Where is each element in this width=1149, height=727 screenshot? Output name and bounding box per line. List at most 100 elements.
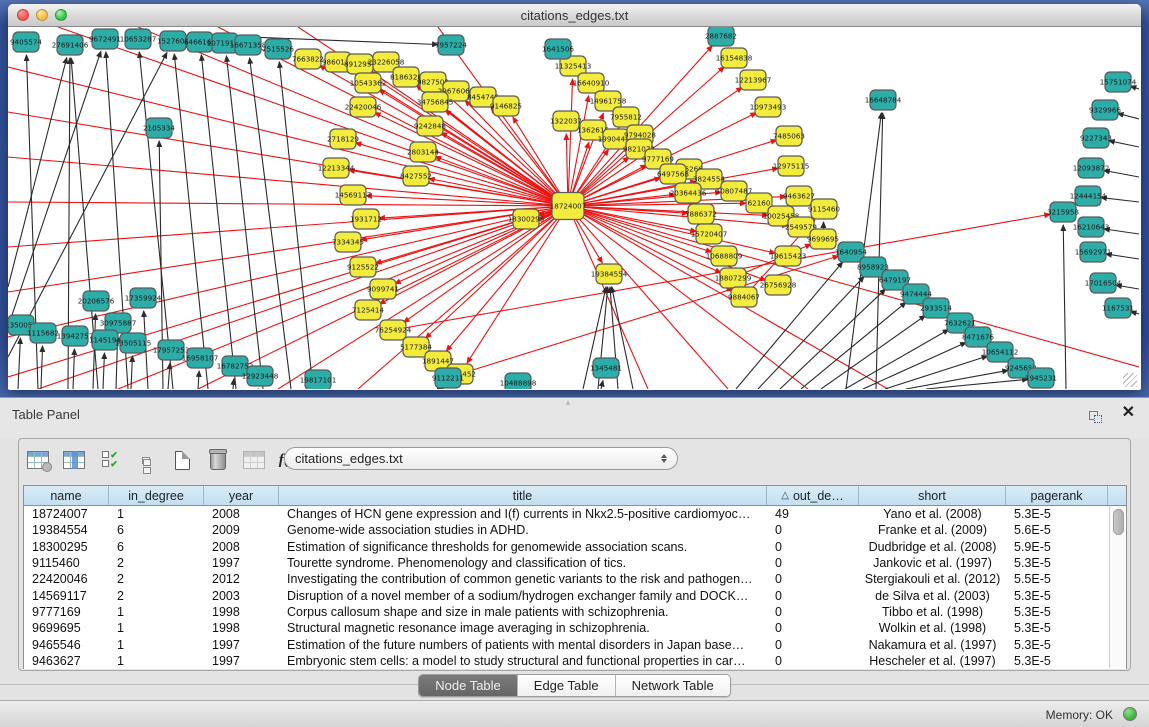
network-window-titlebar[interactable]: citations_edges.txt: [8, 4, 1141, 27]
table-row[interactable]: 977716911998Corpus callosum shape and si…: [24, 604, 1126, 620]
table-cell[interactable]: 2012: [204, 572, 279, 586]
graph-node[interactable]: 9227343: [1080, 128, 1112, 148]
table-cell[interactable]: 22420046: [24, 572, 109, 586]
graph-node[interactable]: 16958107: [182, 348, 219, 368]
graph-node[interactable]: 12093872: [1073, 158, 1110, 178]
graph-node[interactable]: 7886372: [685, 204, 717, 224]
window-resize-grip[interactable]: [1123, 373, 1137, 387]
close-panel-icon[interactable]: ✕: [1122, 405, 1135, 421]
table-cell[interactable]: 5.3E-5: [1006, 589, 1108, 603]
table-cell[interactable]: 19384554: [24, 523, 109, 537]
graph-node[interactable]: 12213344: [318, 158, 355, 178]
graph-node[interactable]: 10653287: [120, 29, 157, 49]
graph-node[interactable]: 9463627: [783, 186, 815, 206]
table-cell[interactable]: Nakamura et al. (1997): [859, 638, 1006, 652]
graph-node[interactable]: 10973493: [750, 97, 787, 117]
graph-node[interactable]: 34756845: [417, 92, 454, 112]
graph-node[interactable]: 1167531: [1102, 298, 1134, 318]
table-cell[interactable]: 1: [109, 507, 204, 521]
table-cell[interactable]: 0: [767, 605, 859, 619]
graph-node[interactable]: 16210643: [1073, 217, 1110, 237]
table-cell[interactable]: 5.3E-5: [1006, 638, 1108, 652]
graph-node[interactable]: 27691406: [52, 35, 89, 55]
table-mode-icon[interactable]: [25, 447, 51, 473]
table-cell[interactable]: 1997: [204, 654, 279, 668]
column-header-name[interactable]: name: [24, 486, 109, 505]
vertical-scrollbar[interactable]: [1109, 506, 1126, 668]
graph-node[interactable]: 15692971: [1075, 242, 1112, 262]
graph-node[interactable]: 10688809: [706, 246, 743, 266]
graph-node[interactable]: 9112211: [432, 368, 464, 388]
table-cell[interactable]: 9777169: [24, 605, 109, 619]
table-cell[interactable]: 1998: [204, 605, 279, 619]
table-cell[interactable]: Stergiakouli et al. (2012): [859, 572, 1006, 586]
graph-node[interactable]: 9329966: [1089, 100, 1121, 120]
table-cell[interactable]: Wolkin et al. (1998): [859, 621, 1006, 635]
table-cell[interactable]: Dudbridge et al. (2008): [859, 540, 1006, 554]
graph-node[interactable]: 18300295: [508, 209, 545, 229]
column-header-short[interactable]: short: [859, 486, 1006, 505]
table-cell[interactable]: Corpus callosum shape and size in male p…: [279, 605, 767, 619]
tab-node-table[interactable]: Node Table: [419, 675, 518, 696]
graph-node[interactable]: 2105334: [143, 118, 175, 138]
network-window[interactable]: citations_edges.txt 18724007183002959860…: [8, 4, 1141, 390]
graph-node[interactable]: 6497568: [657, 164, 689, 184]
table-cell[interactable]: Tibbo et al. (1998): [859, 605, 1006, 619]
tab-network-table[interactable]: Network Table: [616, 675, 730, 696]
table-cell[interactable]: Estimation of the future numbers of pati…: [279, 638, 767, 652]
close-traffic-light-icon[interactable]: [17, 9, 29, 21]
table-cell[interactable]: 9463627: [24, 654, 109, 668]
tab-edge-table[interactable]: Edge Table: [518, 675, 616, 696]
table-cell[interactable]: Jankovic et al. (1997): [859, 556, 1006, 570]
graph-node[interactable]: 20364436: [670, 183, 707, 203]
graph-node[interactable]: 14569117: [335, 185, 372, 205]
table-row[interactable]: 1456911722003Disruption of a novel membe…: [24, 587, 1126, 603]
table-cell[interactable]: Disruption of a novel member of a sodium…: [279, 589, 767, 603]
graph-node[interactable]: 9115460: [808, 199, 840, 219]
table-cell[interactable]: 5.9E-5: [1006, 540, 1108, 554]
table-row[interactable]: 1938455462009Genome-wide association stu…: [24, 522, 1126, 538]
table-cell[interactable]: 5.3E-5: [1006, 621, 1108, 635]
graph-node[interactable]: 10543362: [350, 73, 387, 93]
table-cell[interactable]: Changes of HCN gene expression and I(f) …: [279, 507, 767, 521]
graph-node[interactable]: 13942757: [57, 326, 94, 346]
graph-node[interactable]: 16640910: [573, 73, 610, 93]
table-cell[interactable]: de Silva et al. (2003): [859, 589, 1006, 603]
table-cell[interactable]: 2009: [204, 523, 279, 537]
splitter-handle-icon[interactable]: ▴: [562, 399, 574, 406]
graph-node[interactable]: 16154838: [716, 48, 753, 68]
table-cell[interactable]: Estimation of significance thresholds fo…: [279, 540, 767, 554]
graph-node[interactable]: 17016504: [1085, 273, 1122, 293]
graph-node[interactable]: 12975115: [773, 156, 810, 176]
table-cell[interactable]: Franke et al. (2009): [859, 523, 1006, 537]
graph-node[interactable]: 17359924: [125, 288, 162, 308]
table-cell[interactable]: 49: [767, 507, 859, 521]
table-select-dropdown[interactable]: citations_edges.txt: [284, 447, 678, 470]
table-cell[interactable]: 2: [109, 572, 204, 586]
graph-node[interactable]: 9884067: [728, 287, 760, 307]
table-cell[interactable]: 5.5E-5: [1006, 572, 1108, 586]
table-cell[interactable]: 0: [767, 621, 859, 635]
graph-node[interactable]: 8427552: [400, 166, 432, 186]
graph-node[interactable]: 7957224: [435, 35, 467, 55]
table-cell[interactable]: 9115460: [24, 556, 109, 570]
table-cell[interactable]: 0: [767, 638, 859, 652]
table-cell[interactable]: Tourette syndrome. Phenomenology and cla…: [279, 556, 767, 570]
table-cell[interactable]: 1: [109, 605, 204, 619]
table-cell[interactable]: 2: [109, 556, 204, 570]
selection-mode-icon[interactable]: ✔✔: [97, 447, 123, 473]
graph-node[interactable]: 9405574: [10, 32, 42, 52]
table-cell[interactable]: 1998: [204, 621, 279, 635]
graph-node[interactable]: 20206576: [78, 291, 115, 311]
table-cell[interactable]: 1: [109, 638, 204, 652]
graph-node[interactable]: 2803144: [407, 142, 439, 162]
table-cell[interactable]: Investigating the contribution of common…: [279, 572, 767, 586]
graph-node[interactable]: 7955812: [610, 107, 642, 127]
graph-node[interactable]: 9125522: [347, 257, 379, 277]
graph-node[interactable]: 19615423: [770, 246, 807, 266]
zoom-traffic-light-icon[interactable]: [55, 9, 67, 21]
table-cell[interactable]: 2003: [204, 589, 279, 603]
graph-node[interactable]: 1931712: [350, 209, 382, 229]
table-cell[interactable]: 5.3E-5: [1006, 605, 1108, 619]
graph-node[interactable]: 1945231: [1025, 368, 1057, 388]
